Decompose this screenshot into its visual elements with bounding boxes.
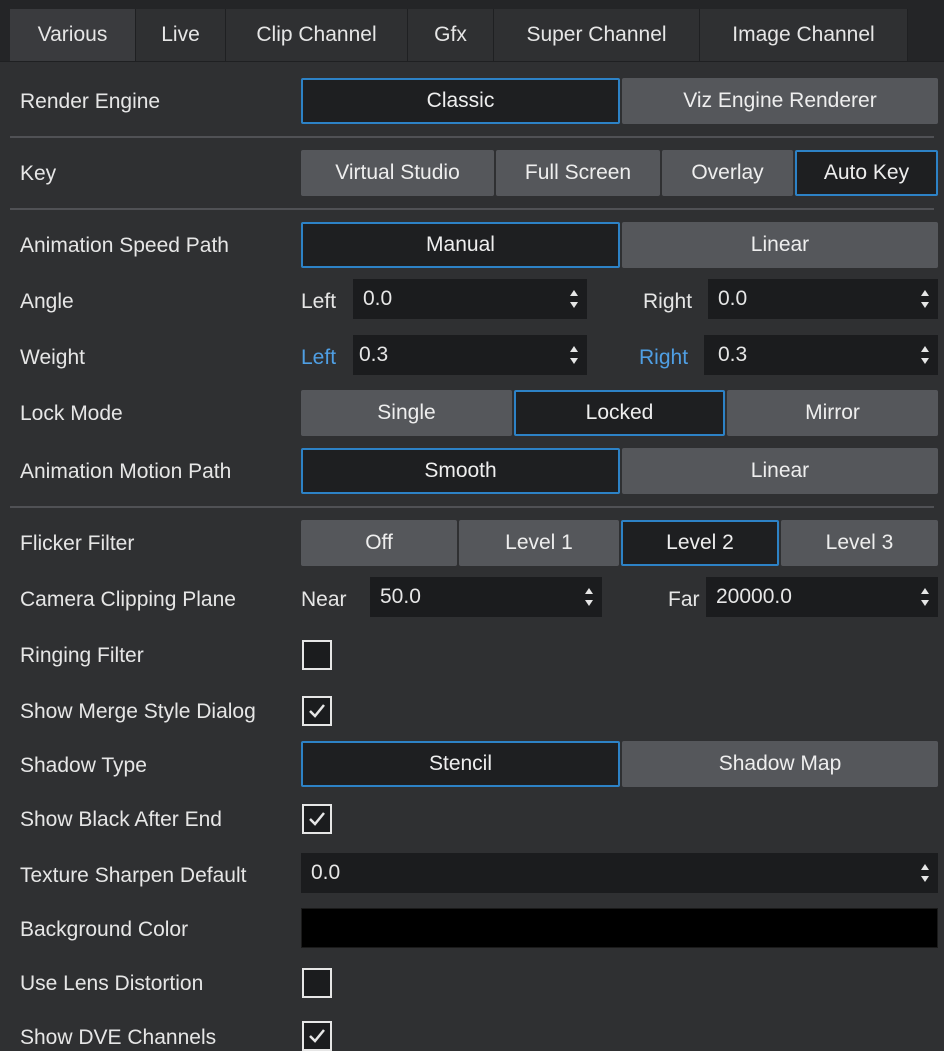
anim-speed-manual-button[interactable]: Manual [301,222,620,268]
key-auto-key-button[interactable]: Auto Key [795,150,938,196]
background-color-swatch[interactable] [301,908,938,948]
lock-mode-mirror-button[interactable]: Mirror [727,390,938,436]
tab-super-channel[interactable]: Super Channel [494,9,700,61]
render-engine-viz-button[interactable]: Viz Engine Renderer [622,78,938,124]
tab-image-channel[interactable]: Image Channel [700,9,908,61]
show-dve-channels-checkbox[interactable] [302,1021,332,1051]
spinner-icon[interactable] [569,343,579,367]
weight-right-value: 0.3 [718,343,748,366]
camera-far-label: Far [668,588,700,611]
anim-speed-path-label: Animation Speed Path [20,234,229,257]
angle-left-input[interactable]: 0.0 [353,279,587,319]
angle-right-input[interactable]: 0.0 [708,279,938,319]
shadow-stencil-button[interactable]: Stencil [301,741,620,787]
anim-motion-smooth-button[interactable]: Smooth [301,448,620,494]
spinner-icon[interactable] [920,287,930,311]
camera-far-value: 20000.0 [716,585,792,608]
weight-left-value: 0.3 [359,343,389,366]
use-lens-distortion-checkbox[interactable] [302,968,332,998]
weight-label: Weight [20,346,85,369]
texture-sharpen-value: 0.0 [311,861,341,884]
flicker-level2-button[interactable]: Level 2 [621,520,779,566]
tab-bar-divider [0,61,944,62]
weight-left-link[interactable]: Left [301,346,336,370]
key-label: Key [20,162,57,185]
angle-label: Angle [20,290,74,313]
angle-left-value: 0.0 [363,287,393,310]
render-engine-label: Render Engine [20,90,161,113]
section-divider [10,506,934,508]
show-black-after-end-label: Show Black After End [20,808,222,831]
angle-left-label: Left [301,290,337,313]
render-engine-classic-button[interactable]: Classic [301,78,620,124]
flicker-level1-button[interactable]: Level 1 [459,520,619,566]
section-divider [10,136,934,138]
spinner-icon[interactable] [920,585,930,609]
shadow-map-button[interactable]: Shadow Map [622,741,938,787]
checkmark-icon [309,812,325,826]
flicker-off-button[interactable]: Off [301,520,457,566]
show-black-after-end-checkbox[interactable] [302,804,332,834]
shadow-type-label: Shadow Type [20,754,147,777]
checkmark-icon [309,704,325,718]
camera-near-label: Near [301,588,347,611]
lock-mode-label: Lock Mode [20,402,123,425]
checkmark-icon [309,1029,325,1043]
show-merge-style-label: Show Merge Style Dialog [20,700,256,723]
key-virtual-studio-button[interactable]: Virtual Studio [301,150,494,196]
tab-clip-channel[interactable]: Clip Channel [226,9,408,61]
weight-right-link[interactable]: Right [639,346,688,370]
camera-clipping-label: Camera Clipping Plane [20,588,236,611]
key-overlay-button[interactable]: Overlay [662,150,793,196]
lock-mode-single-button[interactable]: Single [301,390,512,436]
flicker-filter-label: Flicker Filter [20,532,135,555]
spinner-icon[interactable] [920,861,930,885]
spinner-icon[interactable] [584,585,594,609]
camera-near-value: 50.0 [380,585,421,608]
section-divider [10,208,934,210]
spinner-icon[interactable] [920,343,930,367]
lock-mode-locked-button[interactable]: Locked [514,390,725,436]
tab-bar: Various Live Clip Channel Gfx Super Chan… [0,0,944,62]
anim-motion-path-label: Animation Motion Path [20,460,232,483]
texture-sharpen-input[interactable]: 0.0 [301,853,938,893]
camera-far-input[interactable]: 20000.0 [706,577,938,617]
show-dve-channels-label: Show DVE Channels [20,1026,217,1049]
anim-motion-linear-button[interactable]: Linear [622,448,938,494]
weight-right-input[interactable]: 0.3 [704,335,938,375]
tab-various[interactable]: Various [10,9,136,61]
show-merge-style-checkbox[interactable] [302,696,332,726]
texture-sharpen-label: Texture Sharpen Default [20,864,247,887]
ringing-filter-checkbox[interactable] [302,640,332,670]
angle-right-label: Right [643,290,693,313]
camera-near-input[interactable]: 50.0 [370,577,602,617]
key-full-screen-button[interactable]: Full Screen [496,150,660,196]
weight-left-input[interactable]: 0.3 [353,335,587,375]
tab-gfx[interactable]: Gfx [408,9,494,61]
angle-right-value: 0.0 [718,287,748,310]
spinner-icon[interactable] [569,287,579,311]
background-color-label: Background Color [20,918,189,941]
flicker-level3-button[interactable]: Level 3 [781,520,938,566]
ringing-filter-label: Ringing Filter [20,644,144,667]
use-lens-distortion-label: Use Lens Distortion [20,972,204,995]
anim-speed-linear-button[interactable]: Linear [622,222,938,268]
tab-live[interactable]: Live [136,9,226,61]
